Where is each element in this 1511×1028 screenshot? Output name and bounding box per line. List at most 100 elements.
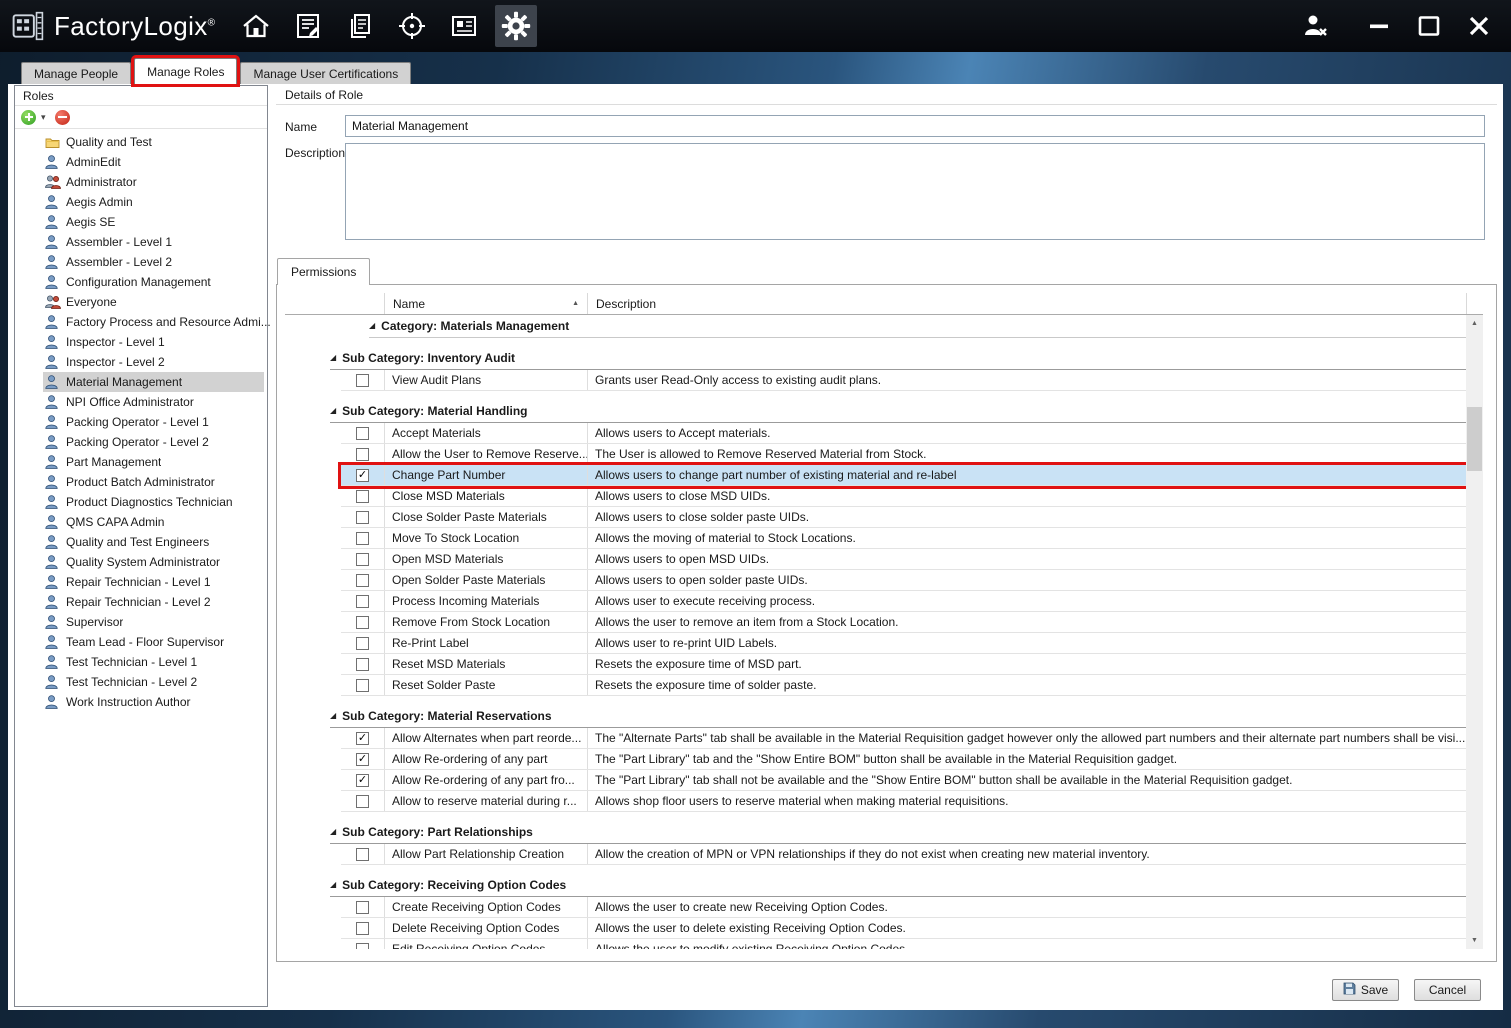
remove-role-button[interactable] — [55, 110, 70, 125]
add-role-dropdown-icon[interactable]: ▾ — [39, 112, 48, 123]
home-icon[interactable] — [235, 5, 277, 47]
permission-checkbox[interactable] — [356, 511, 369, 524]
permission-row[interactable]: Accept MaterialsAllows users to Accept m… — [341, 423, 1466, 444]
permission-row[interactable]: Close Solder Paste MaterialsAllows users… — [341, 507, 1466, 528]
role-description-field[interactable] — [345, 143, 1485, 240]
expander-icon[interactable]: ◢ — [330, 712, 336, 720]
role-item-npi-office-administrator[interactable]: NPI Office Administrator — [15, 392, 267, 412]
role-item-inspector-level-1[interactable]: Inspector - Level 1 — [15, 332, 267, 352]
role-item-assembler-level-1[interactable]: Assembler - Level 1 — [15, 232, 267, 252]
permission-checkbox[interactable] — [356, 795, 369, 808]
role-item-team-lead-floor-supervisor[interactable]: Team Lead - Floor Supervisor — [15, 632, 267, 652]
dispatch-icon[interactable] — [391, 5, 433, 47]
permission-checkbox[interactable] — [356, 532, 369, 545]
permission-row[interactable]: Reset MSD MaterialsResets the exposure t… — [341, 654, 1466, 675]
permission-checkbox[interactable]: ✓ — [356, 469, 369, 482]
permission-checkbox[interactable]: ✓ — [356, 774, 369, 787]
permission-row[interactable]: Create Receiving Option CodesAllows the … — [341, 897, 1466, 918]
role-item-configuration-management[interactable]: Configuration Management — [15, 272, 267, 292]
role-item-repair-technician-level-1[interactable]: Repair Technician - Level 1 — [15, 572, 267, 592]
category-header[interactable]: ◢Category: Materials Management — [369, 315, 1466, 338]
permission-checkbox[interactable] — [356, 595, 369, 608]
permission-checkbox[interactable] — [356, 637, 369, 650]
permission-row[interactable]: Edit Receiving Option CodesAllows the us… — [341, 939, 1466, 949]
close-icon[interactable] — [1463, 10, 1495, 42]
permission-row[interactable]: Re-Print LabelAllows user to re-print UI… — [341, 633, 1466, 654]
role-item-qms-capa-admin[interactable]: QMS CAPA Admin — [15, 512, 267, 532]
role-item-material-management[interactable]: Material Management — [15, 372, 267, 392]
description-column-header[interactable]: Description — [588, 293, 1467, 314]
role-item-inspector-level-2[interactable]: Inspector - Level 2 — [15, 352, 267, 372]
expander-icon[interactable]: ◢ — [369, 322, 375, 330]
permission-checkbox[interactable] — [356, 901, 369, 914]
expander-icon[interactable]: ◢ — [330, 407, 336, 415]
permission-row[interactable]: Allow the User to Remove Reserve...The U… — [341, 444, 1466, 465]
role-item-product-diagnostics-technician[interactable]: Product Diagnostics Technician — [15, 492, 267, 512]
permission-checkbox[interactable] — [356, 448, 369, 461]
role-item-adminedit[interactable]: AdminEdit — [15, 152, 267, 172]
permission-row[interactable]: Allow to reserve material during r...All… — [341, 791, 1466, 812]
role-item-repair-technician-level-2[interactable]: Repair Technician - Level 2 — [15, 592, 267, 612]
permission-row[interactable]: Allow Part Relationship CreationAllow th… — [341, 844, 1466, 865]
role-item-test-technician-level-2[interactable]: Test Technician - Level 2 — [15, 672, 267, 692]
tab-permissions[interactable]: Permissions — [277, 258, 370, 285]
role-item-supervisor[interactable]: Supervisor — [15, 612, 267, 632]
maximize-icon[interactable] — [1413, 10, 1445, 42]
role-item-quality-and-test[interactable]: Quality and Test — [15, 132, 267, 152]
role-item-product-batch-administrator[interactable]: Product Batch Administrator — [15, 472, 267, 492]
role-item-test-technician-level-1[interactable]: Test Technician - Level 1 — [15, 652, 267, 672]
permission-checkbox[interactable]: ✓ — [356, 753, 369, 766]
permission-row[interactable]: ✓Allow Alternates when part reorde...The… — [341, 728, 1466, 749]
permission-checkbox[interactable] — [356, 679, 369, 692]
save-button[interactable]: Save — [1332, 979, 1399, 1001]
subcategory-header[interactable]: ◢Sub Category: Material Reservations — [330, 704, 1466, 728]
permission-checkbox[interactable] — [356, 943, 369, 950]
role-item-quality-system-administrator[interactable]: Quality System Administrator — [15, 552, 267, 572]
expander-icon[interactable]: ◢ — [330, 881, 336, 889]
role-name-field[interactable] — [345, 115, 1485, 137]
permission-checkbox[interactable] — [356, 427, 369, 440]
permission-checkbox[interactable] — [356, 374, 369, 387]
role-item-aegis-se[interactable]: Aegis SE — [15, 212, 267, 232]
name-column-header[interactable]: Name ▲ — [385, 293, 588, 314]
permission-checkbox[interactable] — [356, 848, 369, 861]
cancel-button[interactable]: Cancel — [1414, 979, 1481, 1001]
permission-row[interactable]: Open MSD MaterialsAllows users to open M… — [341, 549, 1466, 570]
permission-checkbox[interactable]: ✓ — [356, 732, 369, 745]
reports-icon[interactable] — [443, 5, 485, 47]
expander-icon[interactable]: ◢ — [330, 828, 336, 836]
role-item-factory-process-and-resource-admi[interactable]: Factory Process and Resource Admi... — [15, 312, 267, 332]
role-item-packing-operator-level-1[interactable]: Packing Operator - Level 1 — [15, 412, 267, 432]
production-icon[interactable] — [287, 5, 329, 47]
permission-checkbox[interactable] — [356, 490, 369, 503]
permission-checkbox[interactable] — [356, 553, 369, 566]
role-item-quality-and-test-engineers[interactable]: Quality and Test Engineers — [15, 532, 267, 552]
permission-checkbox[interactable] — [356, 574, 369, 587]
permission-row[interactable]: Move To Stock LocationAllows the moving … — [341, 528, 1466, 549]
logoff-icon[interactable] — [1299, 10, 1331, 42]
permission-row[interactable]: Delete Receiving Option CodesAllows the … — [341, 918, 1466, 939]
permission-checkbox[interactable] — [356, 616, 369, 629]
tab-manage-roles[interactable]: Manage Roles — [134, 58, 237, 84]
documents-icon[interactable] — [339, 5, 381, 47]
permission-checkbox[interactable] — [356, 658, 369, 671]
tab-manage-user-certifications[interactable]: Manage User Certifications — [240, 62, 411, 84]
role-item-part-management[interactable]: Part Management — [15, 452, 267, 472]
subcategory-header[interactable]: ◢Sub Category: Part Relationships — [330, 820, 1466, 844]
add-role-button[interactable] — [21, 110, 36, 125]
vertical-scrollbar[interactable]: ▲ ▼ — [1466, 315, 1483, 949]
permission-row[interactable]: Close MSD MaterialsAllows users to close… — [341, 486, 1466, 507]
settings-icon[interactable] — [495, 5, 537, 47]
permission-checkbox[interactable] — [356, 922, 369, 935]
role-item-administrator[interactable]: Administrator — [15, 172, 267, 192]
permission-row[interactable]: ✓Change Part NumberAllows users to chang… — [341, 465, 1466, 486]
role-item-work-instruction-author[interactable]: Work Instruction Author — [15, 692, 267, 712]
permission-row[interactable]: ✓Allow Re-ordering of any part fro...The… — [341, 770, 1466, 791]
minimize-icon[interactable] — [1363, 10, 1395, 42]
tab-manage-people[interactable]: Manage People — [21, 62, 131, 84]
permission-row[interactable]: Open Solder Paste MaterialsAllows users … — [341, 570, 1466, 591]
scroll-down-icon[interactable]: ▼ — [1466, 932, 1483, 949]
subcategory-header[interactable]: ◢Sub Category: Inventory Audit — [330, 346, 1466, 370]
role-item-packing-operator-level-2[interactable]: Packing Operator - Level 2 — [15, 432, 267, 452]
permission-row[interactable]: Process Incoming MaterialsAllows user to… — [341, 591, 1466, 612]
